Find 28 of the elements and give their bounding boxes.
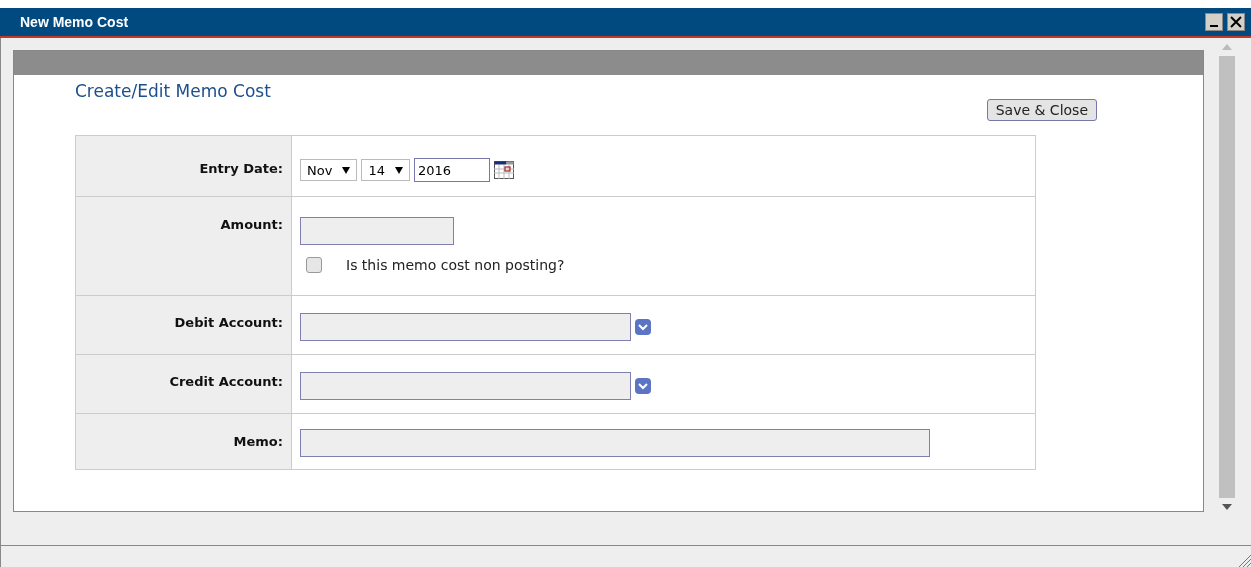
field-label: Entry Date: xyxy=(75,135,292,197)
scroll-down-icon[interactable] xyxy=(1222,504,1232,510)
caret-icon xyxy=(394,166,403,174)
close-icon xyxy=(1230,16,1242,28)
field-label: Memo: xyxy=(75,413,292,470)
account-field[interactable] xyxy=(300,313,631,341)
save-close-button[interactable]: Save & Close xyxy=(986,99,1097,121)
dropdown-icon[interactable] xyxy=(635,319,651,335)
year-field[interactable]: 2016 xyxy=(413,158,490,182)
close-button[interactable] xyxy=(1227,13,1245,31)
field-label: Credit Account: xyxy=(75,354,292,414)
minimize-button[interactable] xyxy=(1205,13,1223,31)
form-heading: Create/Edit Memo Cost xyxy=(75,81,272,101)
caret-icon xyxy=(342,166,351,174)
amount-field[interactable] xyxy=(300,217,454,245)
checkbox-label: Is this memo cost non posting? xyxy=(346,257,565,273)
minimize-icon xyxy=(1210,25,1218,27)
checkbox[interactable] xyxy=(306,257,322,273)
dropdown-icon[interactable] xyxy=(635,378,651,394)
field-label: Debit Account: xyxy=(75,295,292,355)
window-title: New Memo Cost xyxy=(20,14,129,30)
account-field[interactable] xyxy=(300,372,631,400)
memo-field[interactable] xyxy=(300,429,930,457)
resize-grip-icon[interactable] xyxy=(1237,553,1251,567)
day-select[interactable]: 14 xyxy=(361,159,410,181)
month-select[interactable]: Nov xyxy=(300,159,358,181)
calendar-icon[interactable] xyxy=(493,161,514,179)
field-label: Amount: xyxy=(75,196,292,296)
